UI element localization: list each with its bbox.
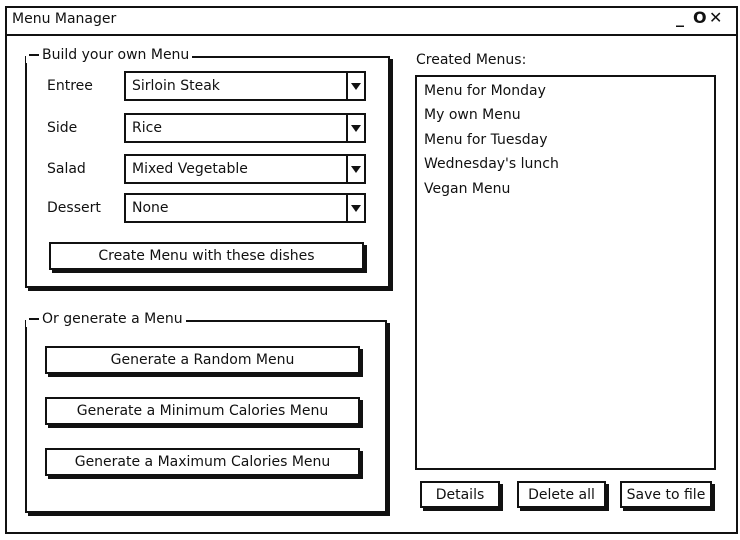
maximize-icon[interactable]: O xyxy=(693,8,707,28)
generate-max-calories-button[interactable]: Generate a Maximum Calories Menu xyxy=(45,448,360,476)
side-label: Side xyxy=(47,120,78,136)
created-menus-list[interactable]: Menu for Monday My own Menu Menu for Tue… xyxy=(415,75,716,470)
created-menus-label: Created Menus: xyxy=(416,52,527,68)
salad-label: Salad xyxy=(47,161,86,177)
list-item[interactable]: Wednesday's lunch xyxy=(424,155,559,173)
generate-min-calories-button[interactable]: Generate a Minimum Calories Menu xyxy=(45,397,360,425)
salad-select[interactable]: Mixed Vegetable xyxy=(124,154,366,184)
close-icon[interactable]: ✕ xyxy=(709,8,722,28)
list-item[interactable]: Menu for Monday xyxy=(424,82,546,100)
chevron-down-icon[interactable] xyxy=(346,195,364,221)
list-item[interactable]: Vegan Menu xyxy=(424,180,510,198)
details-button[interactable]: Details xyxy=(420,481,500,508)
delete-all-button[interactable]: Delete all xyxy=(517,481,606,508)
entree-select-value: Sirloin Steak xyxy=(132,78,220,94)
chevron-down-icon[interactable] xyxy=(346,73,364,99)
window-title: Menu Manager xyxy=(12,11,117,27)
create-menu-button[interactable]: Create Menu with these dishes xyxy=(49,242,364,270)
entree-label: Entree xyxy=(47,78,93,94)
salad-select-value: Mixed Vegetable xyxy=(132,161,248,177)
side-select[interactable]: Rice xyxy=(124,113,366,143)
dessert-select-value: None xyxy=(132,200,169,216)
generate-menu-legend: Or generate a Menu xyxy=(26,311,186,327)
generate-random-button[interactable]: Generate a Random Menu xyxy=(45,346,360,374)
dessert-label: Dessert xyxy=(47,200,101,216)
entree-select[interactable]: Sirloin Steak xyxy=(124,71,366,101)
save-to-file-button[interactable]: Save to file xyxy=(620,481,712,508)
list-item[interactable]: Menu for Tuesday xyxy=(424,131,548,149)
titlebar-divider xyxy=(5,34,738,36)
list-item[interactable]: My own Menu xyxy=(424,106,521,124)
build-menu-legend: Build your own Menu xyxy=(26,47,193,63)
chevron-down-icon[interactable] xyxy=(346,156,364,182)
dessert-select[interactable]: None xyxy=(124,193,366,223)
side-select-value: Rice xyxy=(132,120,162,136)
chevron-down-icon[interactable] xyxy=(346,115,364,141)
minimize-icon[interactable]: _ xyxy=(676,8,684,28)
